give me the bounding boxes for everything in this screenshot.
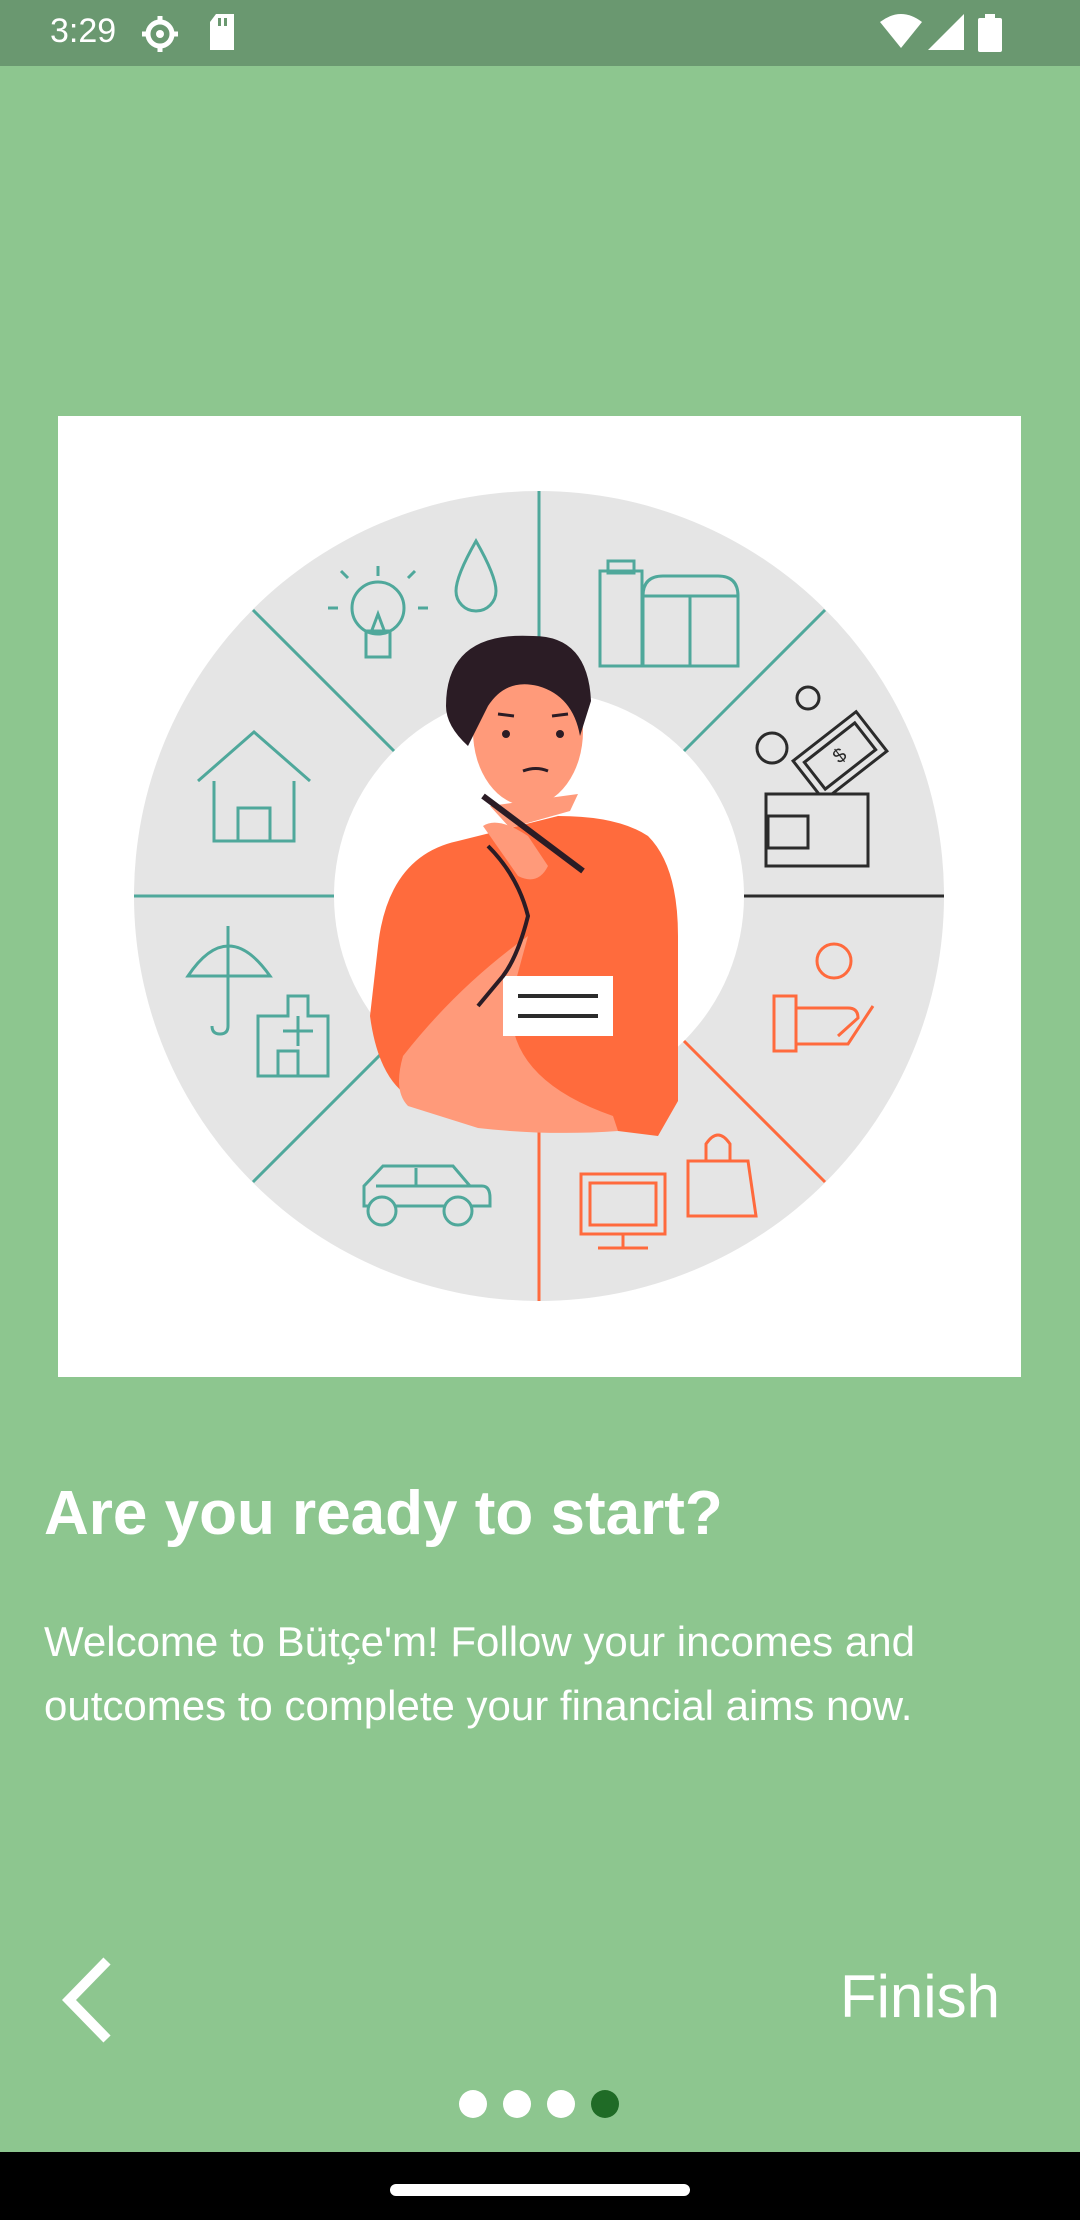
finish-button[interactable]: Finish <box>840 1962 1000 2031</box>
page-dot-active <box>591 2090 619 2118</box>
page-dot <box>547 2090 575 2118</box>
page-dot <box>459 2090 487 2118</box>
settings-icon <box>142 16 178 52</box>
onboarding-description: Welcome to Bütçe'm! Follow your incomes … <box>44 1618 915 1729</box>
status-time: 3:29 <box>50 12 117 50</box>
wifi-icon <box>880 14 922 48</box>
home-indicator[interactable] <box>390 2184 690 2196</box>
battery-icon <box>978 14 1002 52</box>
back-button[interactable] <box>55 1955 125 2045</box>
page-indicator <box>459 2090 621 2118</box>
chevron-left-icon <box>62 1957 111 2043</box>
onboarding-illustration: $ <box>58 416 1021 1377</box>
onboarding-title: Are you ready to start? <box>44 1479 723 1548</box>
sd-card-icon <box>210 14 234 50</box>
status-bar: 3:29 <box>0 0 1080 66</box>
signal-icon <box>928 14 964 50</box>
page-dot <box>503 2090 531 2118</box>
